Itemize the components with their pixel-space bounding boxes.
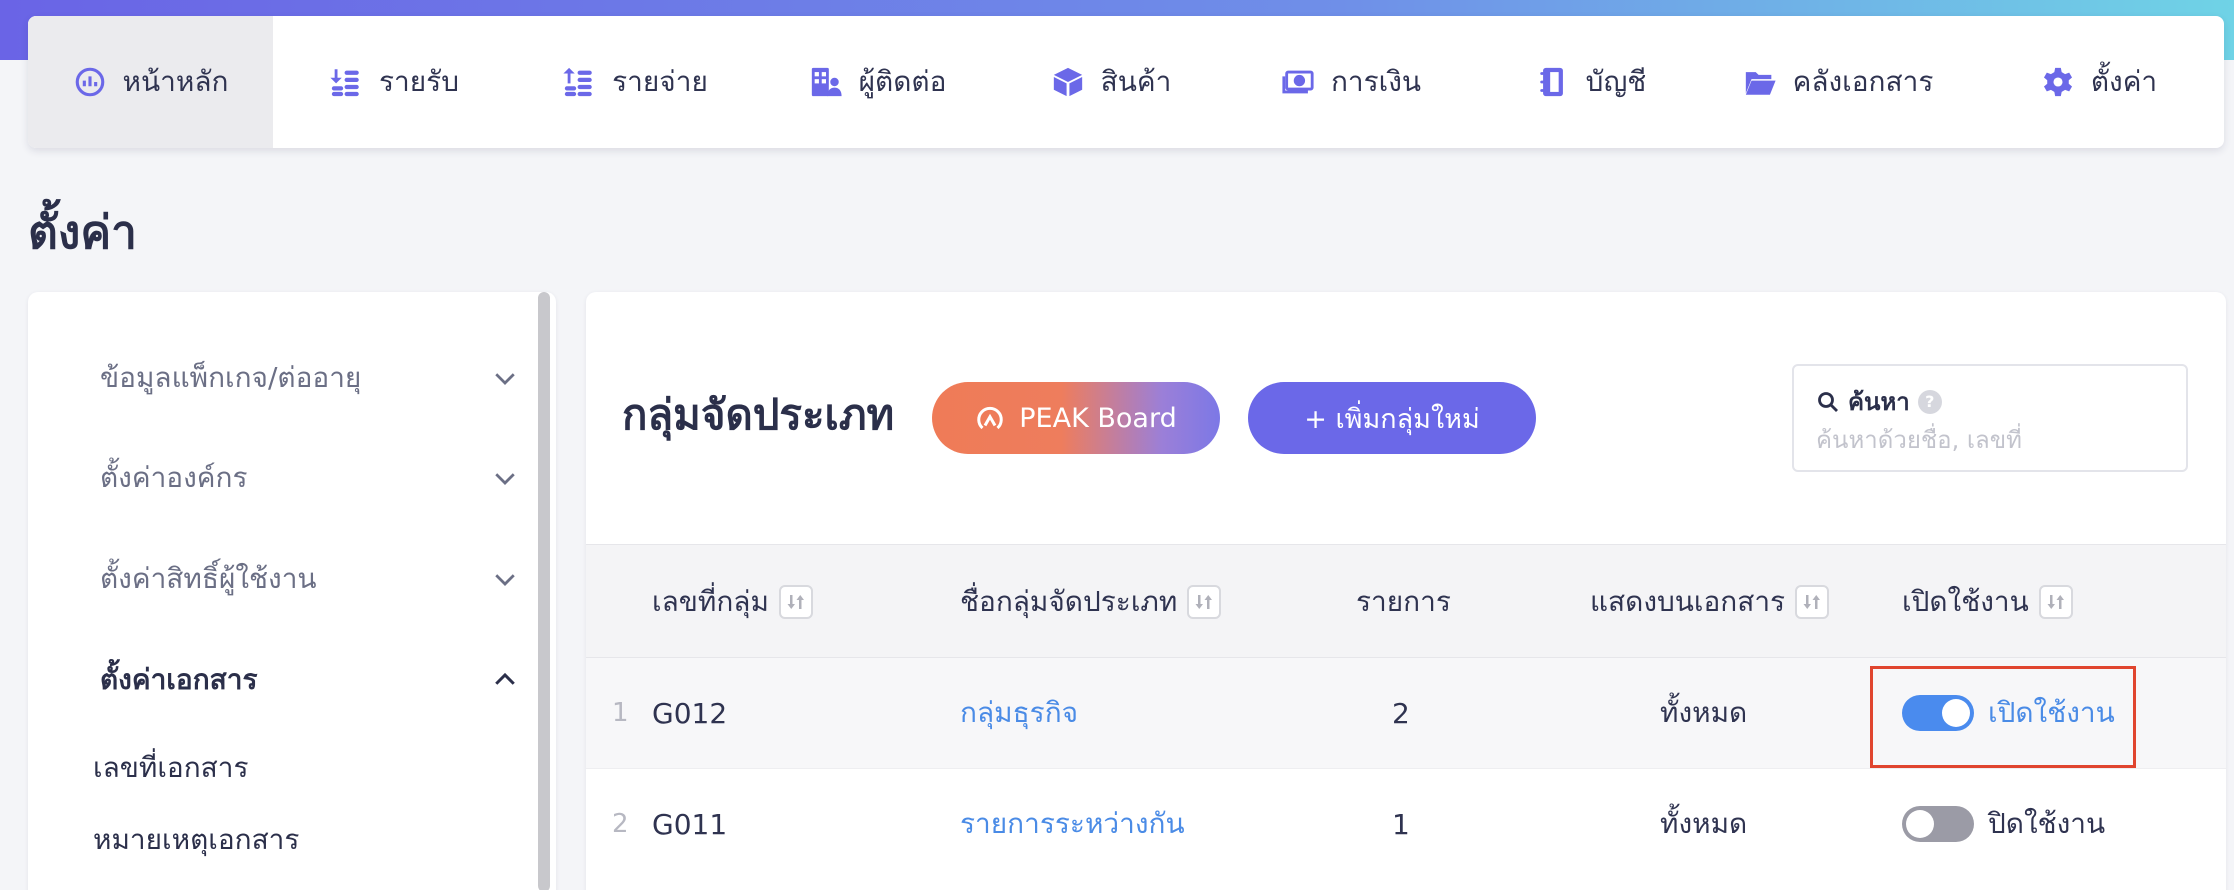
sidebar-group-label: ตั้งค่าองค์กร: [100, 461, 248, 494]
enable-toggle-cell: ปิดใช้งาน: [1902, 769, 2105, 879]
chevron-up-icon: [495, 672, 515, 685]
sidebar-group-package[interactable]: ข้อมูลแพ็กเกจ/ต่ออายุ: [100, 348, 520, 408]
row-index: 1: [612, 698, 629, 728]
column-header-items: รายการ: [1356, 545, 1451, 659]
dashboard-icon: [75, 67, 104, 97]
search-box[interactable]: ค้นหา ?: [1792, 364, 2188, 472]
sort-icon[interactable]: [778, 585, 813, 619]
chevron-down-icon: [495, 574, 515, 586]
settings-sidebar: ข้อมูลแพ็กเกจ/ต่ออายุ ตั้งค่าองค์กร ตั้ง…: [28, 292, 556, 890]
box-icon: [1053, 67, 1082, 97]
highlight-annotation: [1870, 666, 2136, 768]
sidebar-item-document-number[interactable]: เลขที่เอกสาร: [93, 746, 249, 790]
ledger-icon: [1539, 67, 1563, 97]
contacts-icon: [811, 67, 842, 97]
nav-item-documents[interactable]: คลังเอกสาร: [1702, 16, 1974, 148]
nav-label: สินค้า: [1100, 65, 1172, 98]
sort-icon[interactable]: [2038, 585, 2073, 619]
nav-label: หน้าหลัก: [122, 65, 229, 98]
enable-toggle[interactable]: [1902, 806, 1974, 842]
help-icon[interactable]: ?: [1917, 389, 1942, 414]
sidebar-group-permissions[interactable]: ตั้งค่าสิทธิ์ผู้ใช้งาน: [100, 549, 520, 609]
nav-label: บัญชี: [1585, 65, 1647, 98]
table-row: 1 G012 กลุ่มธุรกิจ 2 ทั้งหมด เปิดใช้งาน: [586, 658, 2226, 768]
search-input[interactable]: [1816, 422, 2166, 458]
chevron-down-icon: [495, 373, 515, 385]
sidebar-item-document-notes[interactable]: หมายเหตุเอกสาร: [93, 818, 299, 862]
page-title: ตั้งค่า: [28, 205, 137, 259]
expense-icon: [563, 67, 592, 97]
peak-logo-icon: [977, 406, 1003, 430]
classification-panel: กลุ่มจัดประเภท PEAK Board + เพิ่มกลุ่มให…: [586, 292, 2226, 890]
nav-item-expense[interactable]: รายจ่าย: [515, 16, 755, 148]
sidebar-group-label: ข้อมูลแพ็กเกจ/ต่ออายุ: [100, 361, 362, 394]
column-header-label: แสดงบนเอกสาร: [1590, 585, 1786, 618]
nav-item-home[interactable]: หน้าหลัก: [28, 16, 273, 148]
nav-item-products[interactable]: สินค้า: [1000, 16, 1222, 148]
section-title: กลุ่มจัดประเภท: [622, 390, 895, 439]
column-header-label: เปิดใช้งาน: [1902, 585, 2029, 618]
add-group-label: + เพิ่มกลุ่มใหม่: [1304, 403, 1480, 435]
nav-label: ผู้ติดต่อ: [858, 65, 947, 98]
money-icon: [1282, 70, 1314, 94]
item-count: 1: [1392, 807, 1410, 841]
column-header-label: รายการ: [1356, 585, 1451, 618]
folder-icon: [1745, 72, 1776, 95]
peak-board-button[interactable]: PEAK Board: [932, 382, 1220, 454]
row-index: 2: [612, 809, 629, 839]
column-header-label: เลขที่กลุ่ม: [652, 585, 769, 618]
nav-label: รายรับ: [379, 65, 459, 98]
main-nav: หน้าหลัก รายรับ รายจ่าย ผู้ติดต่อ สินค้า…: [28, 16, 2224, 148]
toggle-knob: [1906, 810, 1934, 838]
sidebar-group-label: ตั้งค่าสิทธิ์ผู้ใช้งาน: [100, 562, 317, 595]
add-group-button[interactable]: + เพิ่มกลุ่มใหม่: [1248, 382, 1536, 454]
nav-item-contacts[interactable]: ผู้ติดต่อ: [755, 16, 1000, 148]
group-code: G012: [652, 696, 728, 730]
search-label: ค้นหา: [1848, 388, 1910, 416]
sort-icon[interactable]: [1795, 585, 1830, 619]
group-name-link[interactable]: กลุ่มธุรกิจ: [960, 658, 1078, 768]
column-header-enabled: เปิดใช้งาน: [1902, 545, 2073, 659]
group-code: G011: [652, 807, 728, 841]
search-label-row: ค้นหา ?: [1816, 382, 1942, 421]
sidebar-group-label: ตั้งค่าเอกสาร: [100, 663, 258, 696]
nav-item-finance[interactable]: การเงิน: [1222, 16, 1480, 148]
sidebar-scrollbar[interactable]: [538, 292, 550, 890]
column-header-show-on-document: แสดงบนเอกสาร: [1590, 545, 1830, 659]
nav-label: คลังเอกสาร: [1792, 65, 1934, 98]
table-header: เลขที่กลุ่ม ชื่อกลุ่มจัดประเภท รายการ แส…: [586, 544, 2226, 658]
toggle-status-label: ปิดใช้งาน: [1988, 807, 2106, 840]
display-scope: ทั้งหมด: [1660, 807, 1748, 840]
nav-label: รายจ่าย: [612, 65, 708, 98]
nav-item-settings[interactable]: ตั้งค่า: [1974, 16, 2224, 148]
income-icon: [330, 69, 359, 97]
column-header-group-code: เลขที่กลุ่ม: [652, 545, 813, 659]
sidebar-group-organization[interactable]: ตั้งค่าองค์กร: [100, 448, 520, 508]
table-row: 2 G011 รายการระหว่างกัน 1 ทั้งหมด ปิดใช้…: [586, 768, 2226, 878]
display-scope: ทั้งหมด: [1660, 696, 1748, 729]
sidebar-group-documents[interactable]: ตั้งค่าเอกสาร: [100, 650, 520, 710]
item-count: 2: [1392, 696, 1410, 730]
nav-item-income[interactable]: รายรับ: [273, 16, 515, 148]
column-header-label: ชื่อกลุ่มจัดประเภท: [960, 585, 1178, 618]
nav-label: ตั้งค่า: [2090, 65, 2158, 98]
sort-icon[interactable]: [1187, 585, 1222, 619]
nav-item-accounting[interactable]: บัญชี: [1480, 16, 1702, 148]
chevron-down-icon: [495, 473, 515, 485]
gear-icon: [2043, 67, 2072, 97]
group-name-link[interactable]: รายการระหว่างกัน: [960, 769, 1185, 879]
column-header-group-name: ชื่อกลุ่มจัดประเภท: [960, 545, 1222, 659]
nav-label: การเงิน: [1330, 65, 1422, 98]
peak-board-label: PEAK Board: [1019, 402, 1177, 434]
search-icon: [1818, 391, 1838, 412]
